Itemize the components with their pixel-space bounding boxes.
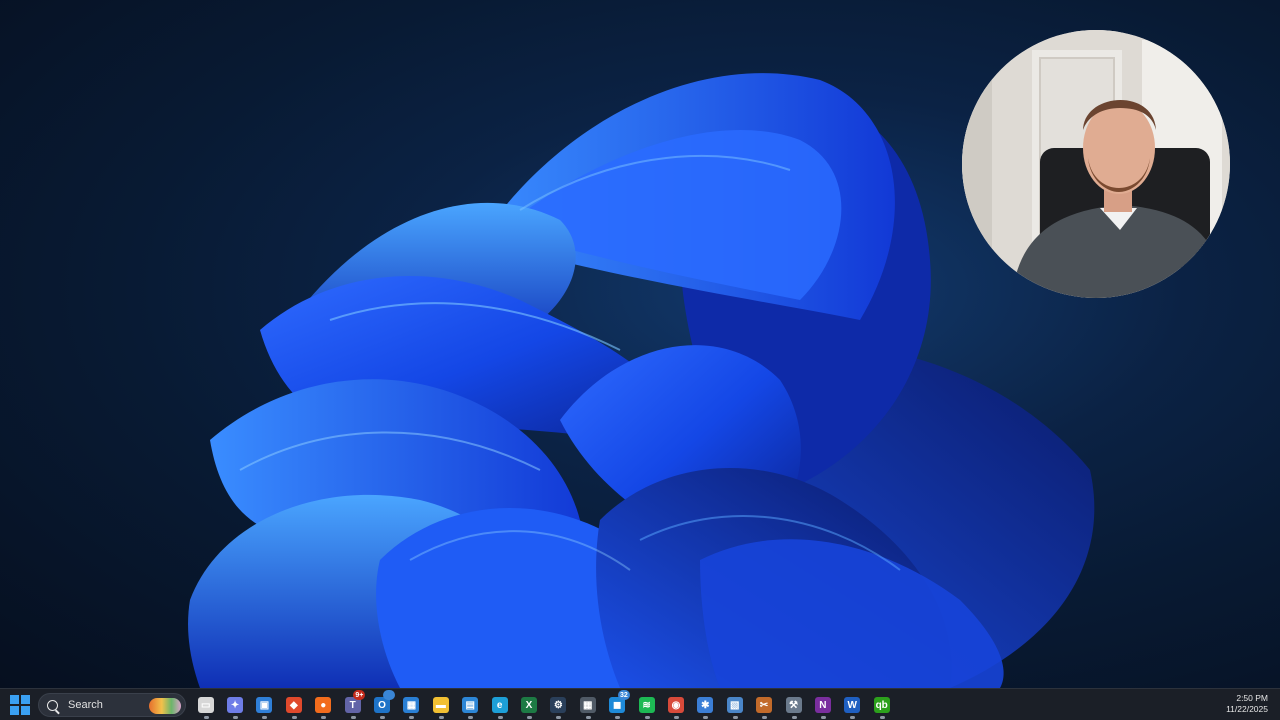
running-indicator	[585, 716, 591, 719]
firefox-icon: ●	[315, 697, 332, 713]
running-indicator	[233, 716, 239, 719]
copilot-icon: ✦	[227, 697, 244, 713]
running-indicator	[850, 716, 856, 719]
taskbar-search-box[interactable]: Search	[38, 693, 186, 717]
word-icon: W	[844, 697, 861, 713]
snipping-tool-icon: ✂	[756, 697, 773, 713]
spotify-icon: ≋	[638, 697, 655, 713]
running-indicator	[615, 716, 621, 719]
quickbooks-icon: qb	[873, 697, 890, 713]
search-highlight-image	[149, 698, 181, 714]
file-explorer-icon: ▬	[432, 697, 449, 713]
taskbar-app-button[interactable]: ◆	[279, 693, 308, 719]
excel-icon: X	[520, 697, 537, 713]
running-indicator	[203, 716, 209, 719]
taskbar-app-button[interactable]: ⚒	[779, 693, 808, 719]
running-indicator	[497, 716, 503, 719]
taskbar-app-button[interactable]: ◉	[661, 693, 690, 719]
running-indicator	[732, 716, 738, 719]
running-indicator	[438, 716, 444, 719]
running-indicator	[673, 716, 679, 719]
taskbar-app-button[interactable]: ✱	[691, 693, 720, 719]
edge-icon: e	[491, 697, 508, 713]
taskbar-app-button[interactable]: ⚙	[544, 693, 573, 719]
search-icon	[47, 699, 58, 711]
widgets-icon: ▣	[256, 697, 273, 713]
notification-badge: 9+	[353, 690, 366, 700]
brave-browser-icon: ◆	[285, 697, 302, 713]
taskbar-app-button[interactable]: O	[367, 690, 396, 719]
running-indicator	[409, 716, 415, 719]
running-indicator	[468, 716, 474, 719]
taskbar-app-button[interactable]: ●	[309, 693, 338, 719]
running-indicator	[262, 716, 268, 719]
pinned-apps: ▭ ✦ ▣ ◆ ● T 9+ O ▦ ▬ ▤ e X ⚙ ▦ ◼ 32 ≋ ◉ ✱ ▧ ✂ ⚒ N Wqb	[191, 690, 896, 719]
running-indicator	[703, 716, 709, 719]
running-indicator	[791, 716, 797, 719]
windows-logo-tile	[21, 706, 30, 715]
running-indicator	[526, 716, 532, 719]
calculator-icon: ▦	[579, 697, 596, 713]
taskbar-app-button[interactable]: ✦	[220, 693, 249, 719]
taskbar-app-button[interactable]: ▦	[573, 693, 602, 719]
running-indicator	[879, 716, 885, 719]
windows-logo-tile	[21, 695, 30, 704]
taskbar-app-button[interactable]: X	[514, 693, 543, 719]
calendar-app-icon: ▦	[403, 697, 420, 713]
taskbar-app-button[interactable]: ◼ 32	[602, 690, 631, 719]
remote-desktop-icon: ▤	[462, 697, 479, 713]
search-label: Search	[68, 699, 103, 711]
desktop-wallpaper	[0, 0, 1280, 688]
taskbar-app-button[interactable]: ≋	[632, 693, 661, 719]
running-indicator	[820, 716, 826, 719]
running-indicator	[556, 716, 562, 719]
webcam-overlay	[962, 30, 1230, 298]
settings-icon: ✱	[697, 697, 714, 713]
windows-logo-tile	[10, 706, 19, 715]
clock-date: 11/22/2025	[1226, 704, 1268, 714]
notification-badge: 32	[617, 690, 630, 700]
taskbar-app-button[interactable]: ▣	[250, 693, 279, 719]
taskbar-app-button[interactable]: ▭	[191, 693, 220, 719]
taskbar-app-button[interactable]: N	[808, 693, 837, 719]
taskbar-app-button[interactable]: e	[485, 693, 514, 719]
steam-icon: ⚙	[550, 697, 567, 713]
task-view-icon: ▭	[197, 697, 214, 713]
taskbar: Search ▭ ✦ ▣ ◆ ● T 9+ O ▦ ▬ ▤ e X ⚙ ▦ ◼ 32 ≋ ◉ ✱ ▧ ✂ ⚒ N Wqb 2:5…	[0, 688, 1280, 720]
start-button[interactable]	[10, 695, 32, 715]
running-indicator	[350, 716, 356, 719]
paint-icon: ▧	[726, 697, 743, 713]
taskbar-app-button[interactable]: ▧	[720, 693, 749, 719]
windows-logo-tile	[10, 695, 19, 704]
running-indicator	[380, 716, 386, 719]
taskbar-app-button[interactable]: ▦	[397, 693, 426, 719]
onenote-icon: N	[814, 697, 831, 713]
taskbar-app-button[interactable]: ✂	[749, 693, 778, 719]
network-tool-icon: ⚒	[785, 697, 802, 713]
taskbar-app-button[interactable]: qb	[867, 693, 896, 719]
taskbar-app-button[interactable]: W	[838, 693, 867, 719]
running-indicator	[321, 716, 327, 719]
taskbar-app-button[interactable]: ▤	[456, 693, 485, 719]
running-indicator	[644, 716, 650, 719]
notification-badge	[382, 690, 395, 700]
presenter-video-feed	[962, 30, 1230, 298]
chrome-icon: ◉	[667, 697, 684, 713]
taskbar-app-button[interactable]: ▬	[426, 693, 455, 719]
running-indicator	[762, 716, 768, 719]
clock-time: 2:50 PM	[1236, 693, 1268, 703]
running-indicator	[291, 716, 297, 719]
system-clock[interactable]: 2:50 PM 11/22/2025	[1226, 693, 1268, 715]
taskbar-app-button[interactable]: T 9+	[338, 690, 367, 719]
